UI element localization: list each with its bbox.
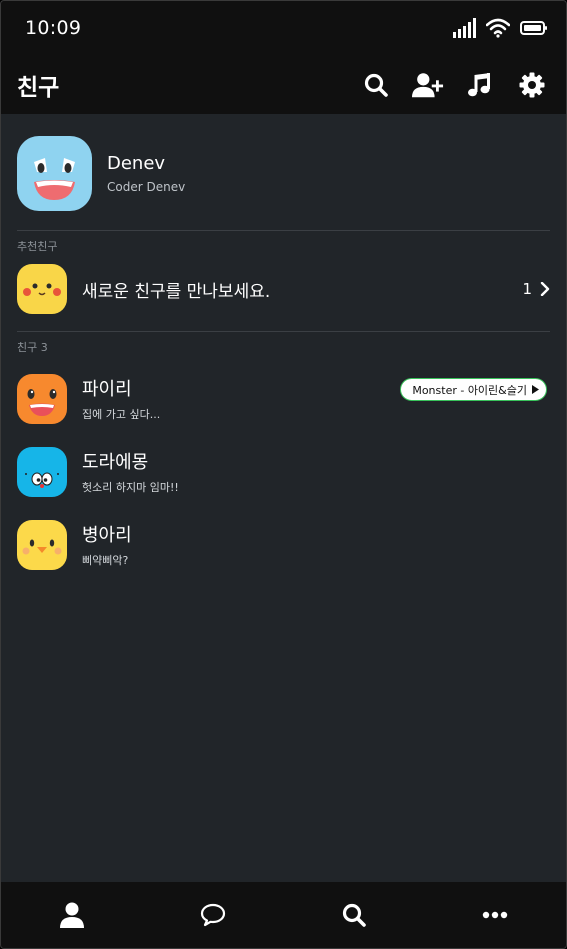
app-header: 친구 [1,55,566,114]
friend-text: 병아리 삐약삐악? [82,521,550,568]
profile-name: Denev [107,152,166,174]
add-friend-button[interactable] [412,69,444,101]
nav-search-button[interactable] [324,890,384,940]
avatar[interactable] [17,135,92,211]
search-button[interactable] [360,69,392,101]
nav-more-button[interactable] [465,890,525,940]
page-title: 친구 [17,74,60,101]
chevron-right-icon [540,282,550,296]
friend-item[interactable]: 병아리 삐약삐악? [17,508,550,581]
chick-avatar-icon [17,519,67,570]
recommend-friends-row[interactable]: 새로운 친구를 만나보세요. 1 [17,261,550,317]
status-time: 10:09 [25,17,82,39]
squirtle-avatar-icon [17,135,92,211]
person-icon [59,902,84,928]
nav-friends-button[interactable] [42,890,102,940]
doraemon-avatar-icon [17,446,67,497]
music-badge[interactable]: Monster - 아이린&슬기 [400,378,547,401]
friend-item[interactable]: 도라에몽 헛소리 하지마 임마!! [17,435,550,508]
signal-icon [453,18,476,38]
search-icon [364,73,388,97]
avatar [17,446,67,497]
chat-icon [200,903,225,927]
recommend-text: 새로운 친구를 만나보세요. [82,281,271,302]
wifi-icon [486,18,510,38]
friend-item[interactable]: 파이리 집에 가고 싶다... Monster - 아이린&슬기 [17,362,550,435]
avatar [17,264,67,314]
friend-status: 헛소리 하지마 임마!! [82,481,179,494]
profile-text: Denev Coder Denev [107,153,185,194]
gear-icon [519,72,545,97]
phone-screen: 10:09 친구 Denev Coder Denev 추천친구 새로운 친구를 … [0,0,567,949]
friends-section-label: 친구 3 [17,341,48,354]
avatar [17,373,67,424]
charmander-avatar-icon [17,373,67,424]
friend-status: 집에 가고 싶다... [82,408,161,421]
pikachu-avatar-icon [17,264,67,314]
profile-status: Coder Denev [107,179,186,194]
status-bar: 10:09 [1,1,566,55]
recommend-count-value: 1 [522,280,532,298]
music-badge-label: Monster - 아이린&슬기 [412,383,527,397]
friends-content: Denev Coder Denev 추천친구 새로운 친구를 만나보세요. 1 [1,114,566,581]
music-icon [468,72,490,96]
battery-icon [520,21,547,35]
nav-chats-button[interactable] [183,890,243,940]
add-friend-icon [412,72,444,97]
music-button[interactable] [464,69,496,101]
friend-name: 도라에몽 [82,452,149,473]
recommend-count: 1 [522,280,550,298]
bottom-nav [1,882,566,948]
status-icons [452,18,548,38]
friend-text: 도라에몽 헛소리 하지마 임마!! [82,448,550,495]
play-icon [532,385,539,394]
settings-button[interactable] [516,69,548,101]
friend-status: 삐약삐악? [82,554,129,567]
recommend-section-label: 추천친구 [17,240,58,253]
avatar [17,519,67,570]
header-actions [360,69,548,101]
my-profile[interactable]: Denev Coder Denev [17,114,550,230]
search-icon [343,903,366,927]
more-icon [483,911,508,919]
friend-name: 병아리 [82,525,132,546]
